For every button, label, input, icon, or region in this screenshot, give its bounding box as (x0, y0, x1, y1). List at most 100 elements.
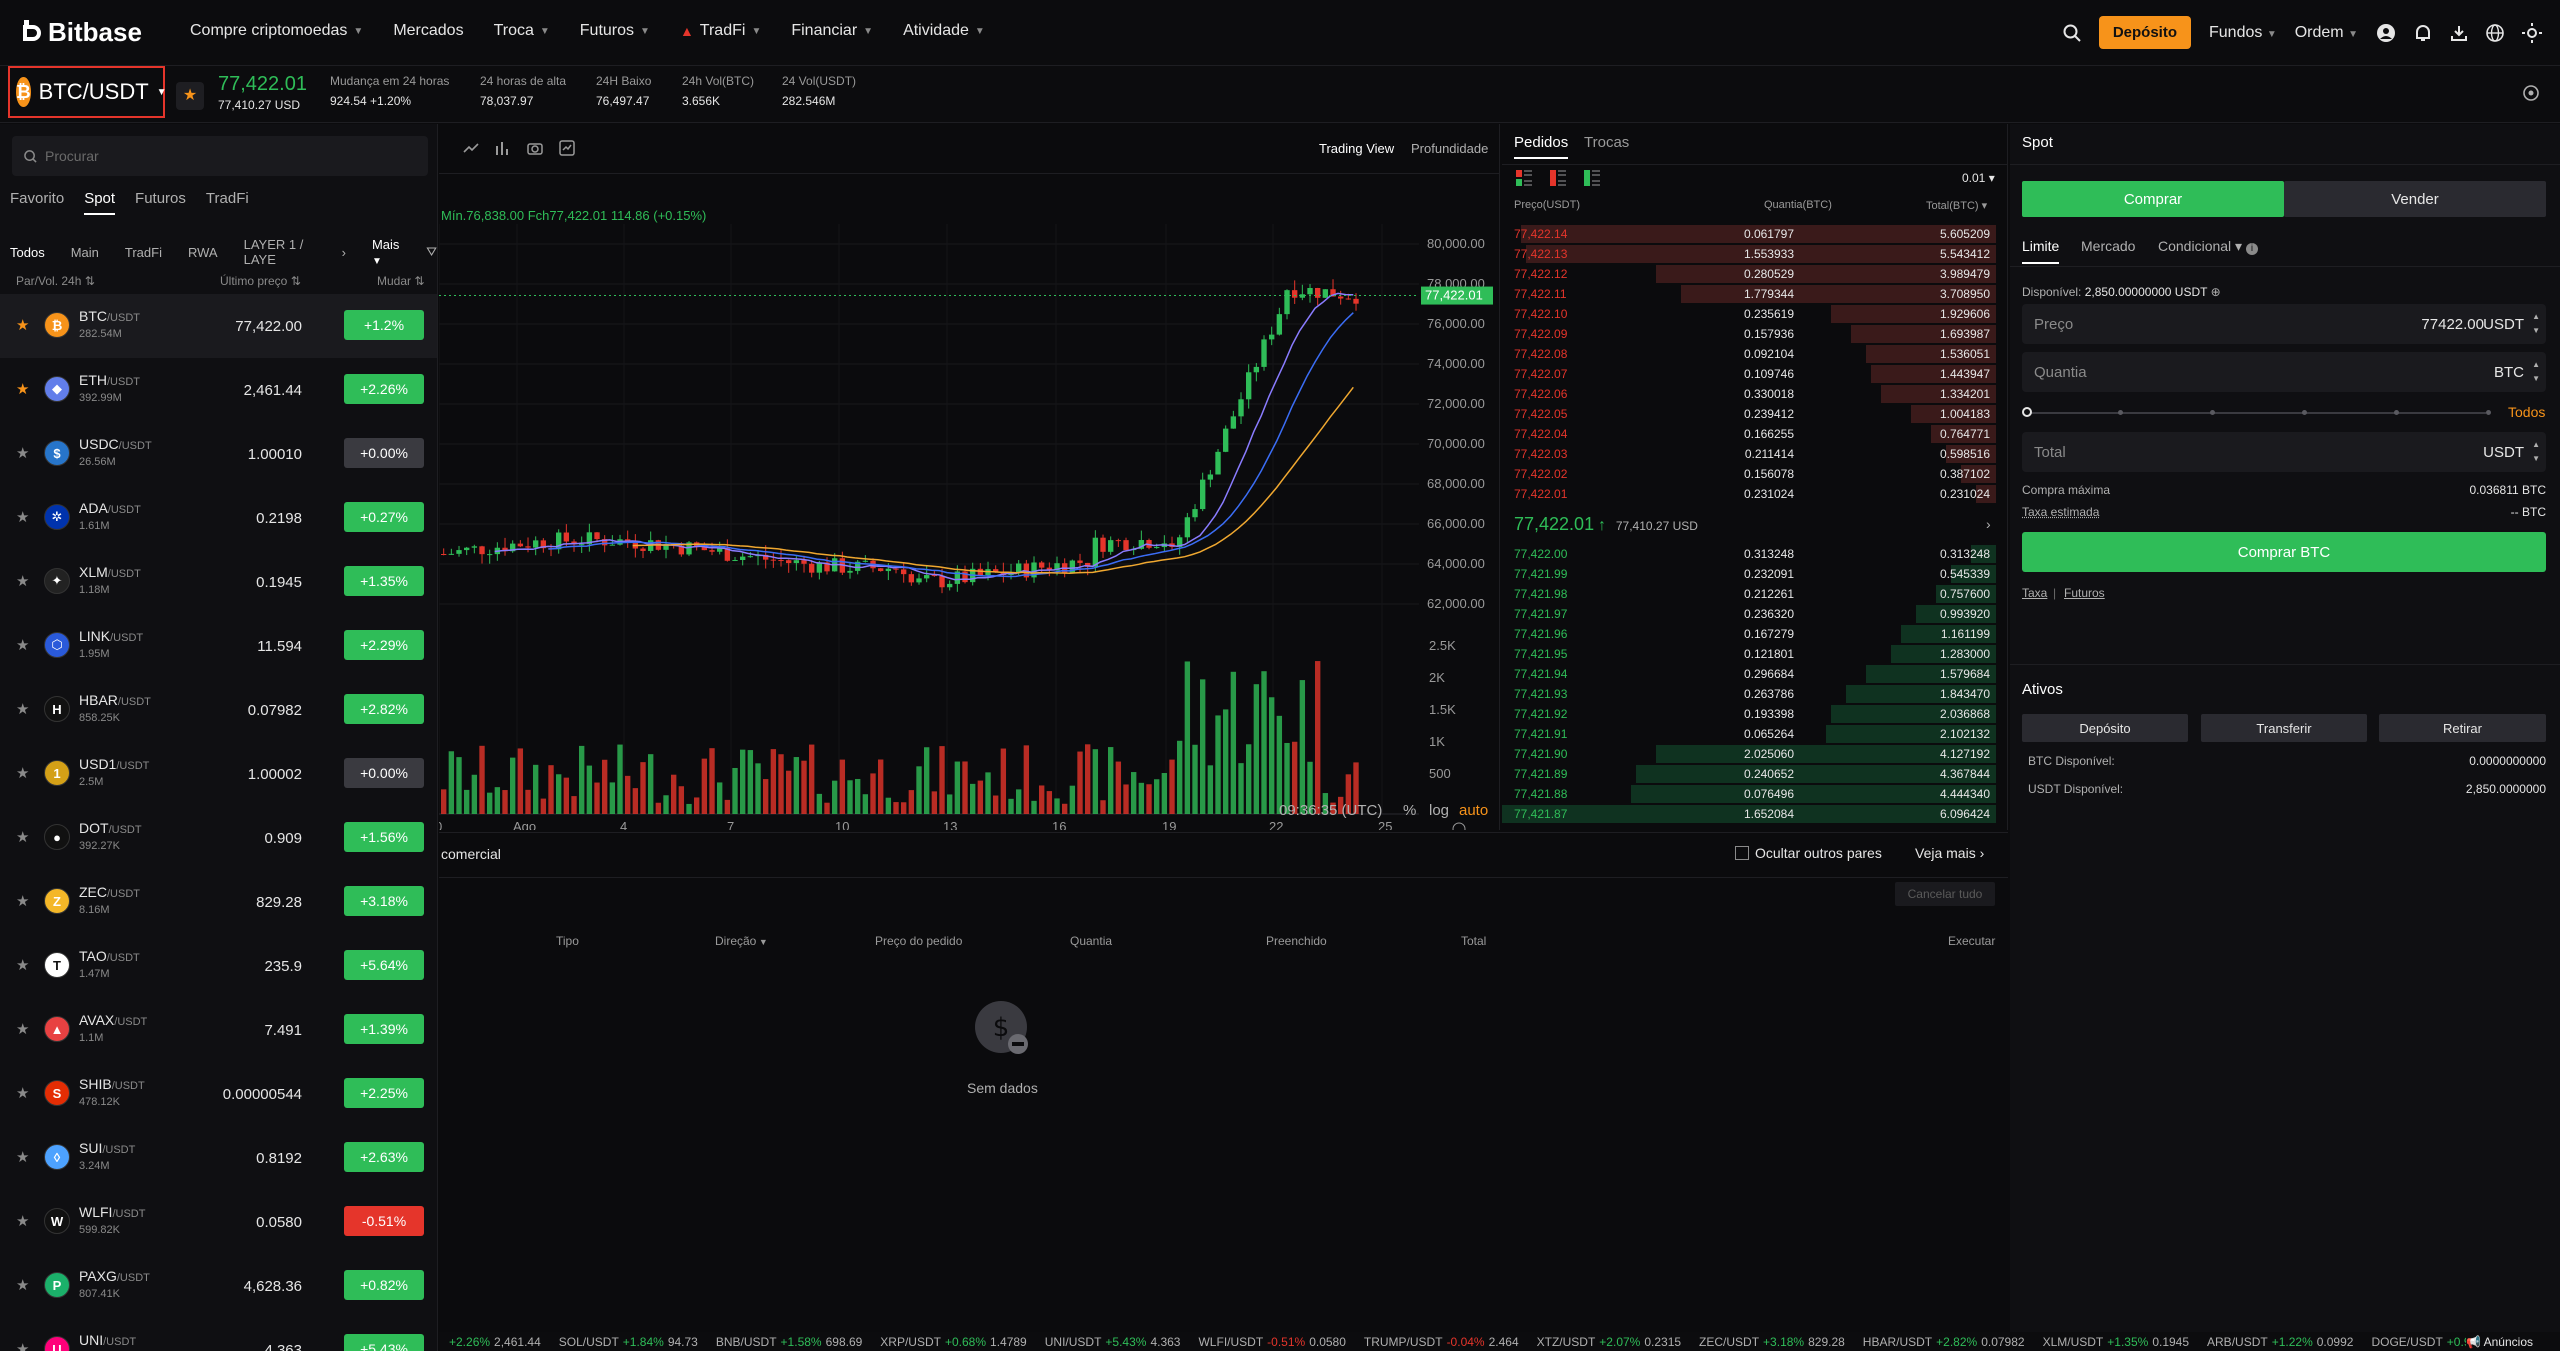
indicator-icon[interactable] (559, 140, 575, 156)
sell-tab[interactable]: Vender (2284, 181, 2546, 217)
favorite-star-icon[interactable]: ★ (16, 700, 29, 718)
brand-logo[interactable]: Bitbase (22, 17, 142, 48)
buy-btc-button[interactable]: Comprar BTC (2022, 532, 2546, 572)
tab-spot[interactable]: Spot (84, 190, 115, 215)
ticker-item[interactable]: HBAR/USDT +2.82% 0.07982 (1863, 1335, 2025, 1349)
depth-tab[interactable]: Profundidade (1411, 141, 1488, 156)
favorite-star-icon[interactable]: ★ (16, 828, 29, 846)
search-icon[interactable] (2063, 24, 2081, 42)
ask-row[interactable]: 77,422.10 0.235619 1.929606 (1502, 304, 2002, 324)
market-row-avax[interactable]: ★ ▲ AVAX/USDT 1.1M 7.491 +1.39% (0, 998, 438, 1062)
bid-row[interactable]: 77,422.00 0.313248 0.313248 (1502, 544, 2002, 564)
subtab-item[interactable]: RWA (188, 245, 218, 260)
market-row-shib[interactable]: ★ S SHIB/USDT 478.12K 0.00000544 +2.25% (0, 1062, 438, 1126)
buy-tab[interactable]: Comprar (2022, 181, 2284, 217)
ticker-item[interactable]: TRUMP/USDT -0.04% 2.464 (1364, 1335, 1519, 1349)
nav-item-tradfi[interactable]: ▲ TradFi ▼ (680, 22, 761, 40)
favorite-star-icon[interactable]: ★ (16, 1276, 29, 1294)
favorite-star-icon[interactable]: ★ (16, 1020, 29, 1038)
market-row-usdc[interactable]: ★ $ USDC/USDT 26.56M 1.00010 +0.00% (0, 422, 438, 486)
download-icon[interactable] (2450, 24, 2468, 42)
fee-link[interactable]: Taxa (2022, 586, 2047, 600)
ask-row[interactable]: 77,422.03 0.211414 0.598516 (1502, 444, 2002, 464)
ask-row[interactable]: 77,422.14 0.061797 5.605209 (1502, 224, 2002, 244)
bid-row[interactable]: 77,421.92 0.193398 2.036868 (1502, 704, 2002, 724)
ticker-item[interactable]: ARB/USDT +1.22% 0.0992 (2207, 1335, 2353, 1349)
book-both-icon[interactable] (1516, 170, 1532, 186)
subtab-item[interactable]: Todos (10, 245, 45, 260)
ask-row[interactable]: 77,422.04 0.166255 0.764771 (1502, 424, 2002, 444)
favorite-star-icon[interactable]: ★ (16, 508, 29, 526)
subtab-item[interactable]: TradFi (125, 245, 162, 260)
ticker-item[interactable]: WLFI/USDT -0.51% 0.0580 (1198, 1335, 1345, 1349)
market-row-paxg[interactable]: ★ P PAXG/USDT 807.41K 4,628.36 +0.82% (0, 1254, 438, 1318)
slider-handle[interactable] (2022, 407, 2032, 417)
total-input[interactable]: Total USDT ▲ ▼ (2022, 432, 2546, 472)
ask-row[interactable]: 77,422.08 0.092104 1.536051 (1502, 344, 2002, 364)
slider-tick[interactable] (2118, 410, 2123, 415)
globe-icon[interactable] (2486, 24, 2504, 42)
futures-link[interactable]: Futuros (2064, 586, 2105, 600)
bid-row[interactable]: 77,421.90 2.025060 4.127192 (1502, 744, 2002, 764)
line-tool-icon[interactable] (463, 140, 479, 156)
subtab-item[interactable]: Main (71, 245, 99, 260)
col-pair-header[interactable]: Par/Vol. 24h ⇅ (16, 274, 95, 288)
subtab-item[interactable]: LAYER 1 / LAYE (244, 237, 330, 267)
market-row-sui[interactable]: ★ ◊ SUI/USDT 3.24M 0.8192 +2.63% (0, 1126, 438, 1190)
total-stepper-icon[interactable]: ▲ ▼ (2532, 438, 2540, 466)
chevron-right-icon[interactable]: › (1986, 516, 1991, 532)
order-type-market[interactable]: Mercado (2081, 238, 2135, 254)
ask-row[interactable]: 77,422.06 0.330018 1.334201 (1502, 384, 2002, 404)
hide-others-checkbox[interactable]: Ocultar outros pares (1735, 845, 1882, 861)
chart-settings-icon[interactable] (1453, 823, 1465, 830)
more-menu[interactable]: Mais ▼ (372, 237, 408, 267)
col-price-header[interactable]: Último preço ⇅ (220, 274, 301, 288)
tick-size-select[interactable]: 0.01 ▾ (1962, 171, 1995, 185)
book-bids-icon[interactable] (1584, 170, 1600, 186)
user-icon[interactable] (2376, 23, 2396, 43)
settings-icon[interactable] (2522, 84, 2540, 102)
market-row-hbar[interactable]: ★ H HBAR/USDT 858.25K 0.07982 +2.82% (0, 678, 438, 742)
ticker-item[interactable]: +2.26% 2,461.44 (445, 1335, 541, 1349)
price-stepper-icon[interactable]: ▲ ▼ (2532, 310, 2540, 338)
ticker-item[interactable]: ZEC/USDT +3.18% 829.28 (1699, 1335, 1845, 1349)
nav-item-troca[interactable]: Troca ▼ (494, 22, 550, 40)
bid-row[interactable]: 77,421.97 0.236320 0.993920 (1502, 604, 2002, 624)
ticker-item[interactable]: UNI/USDT +5.43% 4.363 (1045, 1335, 1181, 1349)
favorite-star-icon[interactable]: ★ (16, 572, 29, 590)
nav-item-atividade[interactable]: Atividade ▼ (903, 22, 985, 40)
candlestick-chart[interactable]: 80,000.0078,000.0076,000.0074,000.0072,0… (439, 174, 1500, 830)
amount-slider[interactable] (2026, 412, 2486, 414)
nav-item-mercados[interactable]: Mercados (393, 22, 463, 40)
order-type-conditional[interactable]: Condicional ▾ i (2158, 238, 2258, 255)
bid-row[interactable]: 77,421.95 0.121801 1.283000 (1502, 644, 2002, 664)
ask-row[interactable]: 77,422.05 0.239412 1.004183 (1502, 404, 2002, 424)
bid-row[interactable]: 77,421.88 0.076496 4.444340 (1502, 784, 2002, 804)
theme-sun-icon[interactable] (2522, 23, 2542, 43)
bid-row[interactable]: 77,421.94 0.296684 1.579684 (1502, 664, 2002, 684)
bid-row[interactable]: 77,421.87 1.652084 6.096424 (1502, 804, 2002, 824)
favorite-star-icon[interactable]: ★ (16, 1084, 29, 1102)
market-row-ada[interactable]: ★ ✲ ADA/USDT 1.61M 0.2198 +0.27% (0, 486, 438, 550)
tab-trades[interactable]: Trocas (1584, 134, 1629, 151)
book-asks-icon[interactable] (1550, 170, 1566, 186)
ask-row[interactable]: 77,422.11 1.779344 3.708950 (1502, 284, 2002, 304)
slider-tick[interactable] (2394, 410, 2399, 415)
col-header[interactable]: Direção ▼ (715, 934, 768, 948)
trading-view-tab[interactable]: Trading View (1319, 141, 1394, 156)
ask-row[interactable]: 77,422.12 0.280529 3.989479 (1502, 264, 2002, 284)
bid-row[interactable]: 77,421.98 0.212261 0.757600 (1502, 584, 2002, 604)
bid-row[interactable]: 77,421.96 0.167279 1.161199 (1502, 624, 2002, 644)
ask-row[interactable]: 77,422.09 0.157936 1.693987 (1502, 324, 2002, 344)
bar-tool-icon[interactable] (495, 140, 511, 156)
asset-withdraw-button[interactable]: Retirar (2379, 714, 2546, 742)
tab-trade-history[interactable]: comercial (441, 846, 501, 862)
ask-row[interactable]: 77,422.01 0.231024 0.231024 (1502, 484, 2002, 504)
nav-item-futuros[interactable]: Futuros ▼ (580, 22, 650, 40)
ask-row[interactable]: 77,422.07 0.109746 1.443947 (1502, 364, 2002, 384)
asset-transfer-button[interactable]: Transferir (2201, 714, 2367, 742)
market-row-uni[interactable]: ★ U UNI/USDT 4.363 +5.43% (0, 1318, 438, 1351)
ticker-item[interactable]: XRP/USDT +0.68% 1.4789 (880, 1335, 1026, 1349)
col-change-header[interactable]: Mudar ⇅ (377, 274, 424, 288)
announcements-button[interactable]: 📢 Anúncios (2466, 1332, 2560, 1351)
